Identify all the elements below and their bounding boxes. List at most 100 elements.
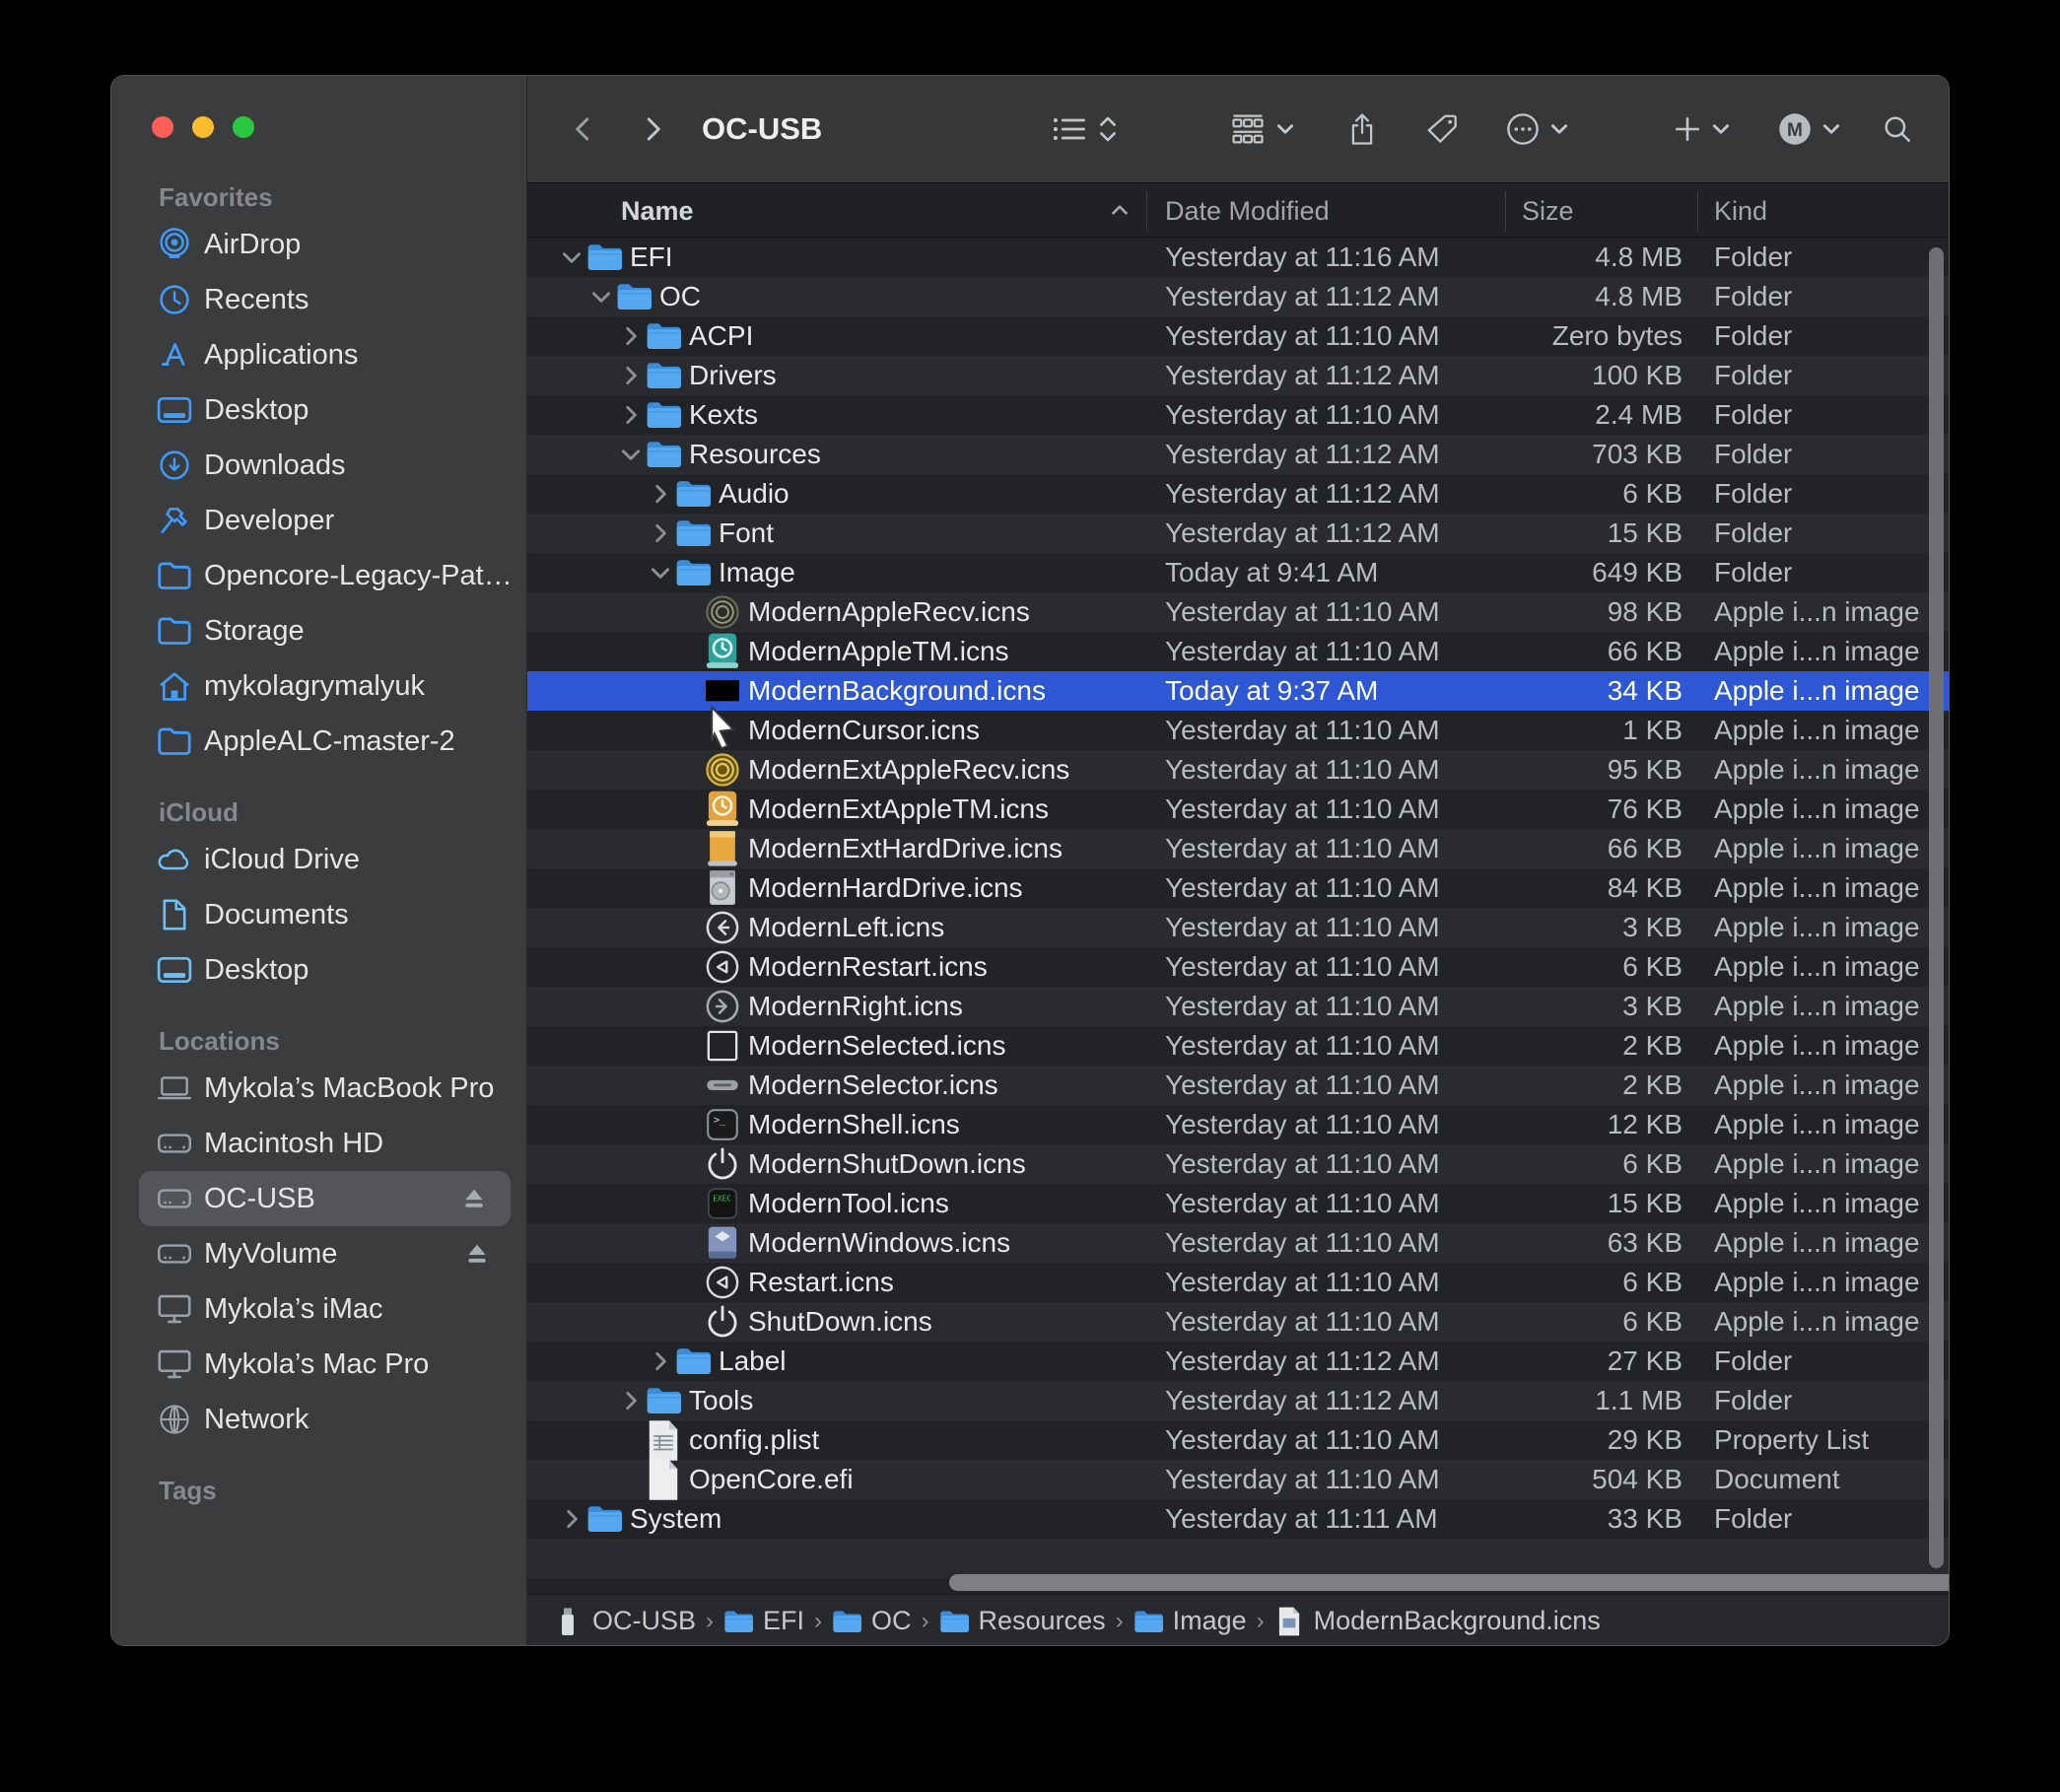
disclosure-closed-icon[interactable]	[618, 363, 644, 388]
sidebar-item-mykola-s-imac[interactable]: Mykola’s iMac	[111, 1281, 526, 1337]
file-row-modernappletm-icns[interactable]: ModernAppleTM.icnsYesterday at 11:10 AM6…	[527, 632, 1950, 671]
file-row-config-plist[interactable]: config.plistYesterday at 11:10 AM29 KBPr…	[527, 1420, 1950, 1460]
path-item-modernbackground-icns[interactable]: ModernBackground.icns	[1274, 1606, 1601, 1637]
minimize-button[interactable]	[192, 116, 214, 138]
disclosure-open-icon[interactable]	[588, 284, 614, 310]
column-name[interactable]: Name	[621, 183, 694, 239]
sidebar-item-macintosh-hd[interactable]: Macintosh HD	[111, 1116, 526, 1171]
file-row-modernbackground-icns[interactable]: ModernBackground.icnsToday at 9:37 AM34 …	[527, 671, 1950, 711]
sidebar-item-opencore-legacy-pat-[interactable]: Opencore-Legacy-Pat…	[111, 548, 526, 603]
account-button[interactable]: M	[1777, 76, 1842, 182]
disclosure-closed-icon[interactable]	[618, 323, 644, 349]
sidebar-item-downloads[interactable]: Downloads	[111, 438, 526, 493]
file-size: 504 KB	[1493, 1464, 1682, 1495]
column-divider[interactable]	[1146, 191, 1147, 231]
sidebar-item-airdrop[interactable]: AirDrop	[111, 217, 526, 272]
disclosure-closed-icon[interactable]	[648, 520, 673, 546]
file-row-resources[interactable]: ResourcesYesterday at 11:12 AM703 KBFold…	[527, 435, 1950, 474]
file-row-modernextharddrive-icns[interactable]: ModernExtHardDrive.icnsYesterday at 11:1…	[527, 829, 1950, 868]
file-row-label[interactable]: LabelYesterday at 11:12 AM27 KBFolder	[527, 1342, 1950, 1381]
search-button[interactable]	[1882, 76, 1913, 182]
file-row-modernselected-icns[interactable]: ModernSelected.icnsYesterday at 11:10 AM…	[527, 1026, 1950, 1066]
file-row-oc[interactable]: OCYesterday at 11:12 AM4.8 MBFolder	[527, 277, 1950, 316]
file-row-modernshell-icns[interactable]: >_ModernShell.icnsYesterday at 11:10 AM1…	[527, 1105, 1950, 1144]
sidebar-item-desktop[interactable]: Desktop	[111, 382, 526, 438]
sidebar-item-mykola-s-mac-pro[interactable]: Mykola’s Mac Pro	[111, 1337, 526, 1392]
file-row-modernextapplerecv-icns[interactable]: ModernExtAppleRecv.icnsYesterday at 11:1…	[527, 750, 1950, 790]
file-row-audio[interactable]: AudioYesterday at 11:12 AM6 KBFolder	[527, 474, 1950, 514]
vertical-scrollbar[interactable]	[1929, 247, 1944, 1568]
view-options-button[interactable]	[1052, 76, 1119, 182]
disclosure-open-icon[interactable]	[618, 442, 644, 467]
column-divider[interactable]	[1697, 191, 1698, 231]
file-row-restart-icns[interactable]: Restart.icnsYesterday at 11:10 AM6 KBApp…	[527, 1263, 1950, 1302]
sidebar-item-network[interactable]: Network	[111, 1392, 526, 1447]
path-item-oc-usb[interactable]: OC-USB	[553, 1606, 696, 1637]
zoom-button[interactable]	[233, 116, 254, 138]
column-date-modified[interactable]: Date Modified	[1165, 183, 1330, 239]
eject-icon[interactable]	[461, 1186, 487, 1211]
group-by-button[interactable]	[1229, 76, 1296, 182]
sidebar-item-storage[interactable]: Storage	[111, 603, 526, 658]
sidebar-item-applealc-master-2[interactable]: AppleALC-master-2	[111, 714, 526, 769]
disclosure-closed-icon[interactable]	[648, 481, 673, 507]
usb-drive-icon	[553, 1606, 583, 1637]
sidebar-item-oc-usb[interactable]: OC-USB	[139, 1171, 511, 1226]
disclosure-closed-icon[interactable]	[559, 1506, 584, 1532]
path-item-oc[interactable]: OC	[832, 1606, 912, 1637]
file-row-acpi[interactable]: ACPIYesterday at 11:10 AMZero bytesFolde…	[527, 316, 1950, 356]
file-row-modernshutdown-icns[interactable]: ModernShutDown.icnsYesterday at 11:10 AM…	[527, 1144, 1950, 1184]
back-button[interactable]	[569, 76, 598, 182]
sidebar-item-icloud-drive[interactable]: iCloud Drive	[111, 832, 526, 887]
file-row-modernleft-icns[interactable]: ModernLeft.icnsYesterday at 11:10 AM3 KB…	[527, 908, 1950, 947]
close-button[interactable]	[152, 116, 173, 138]
path-item-efi[interactable]: EFI	[723, 1606, 804, 1637]
add-button[interactable]	[1673, 76, 1732, 182]
file-row-modernwindows-icns[interactable]: ModernWindows.icnsYesterday at 11:10 AM6…	[527, 1223, 1950, 1263]
eject-icon[interactable]	[464, 1241, 490, 1267]
column-kind[interactable]: Kind	[1714, 183, 1767, 239]
sidebar-item-mykolagrymalyuk[interactable]: mykolagrymalyuk	[111, 658, 526, 714]
sidebar-item-recents[interactable]: Recents	[111, 272, 526, 327]
column-divider[interactable]	[1505, 191, 1506, 231]
sidebar-item-myvolume[interactable]: MyVolume	[111, 1226, 526, 1281]
path-item-image[interactable]: Image	[1133, 1606, 1247, 1637]
disclosure-closed-icon[interactable]	[618, 402, 644, 428]
file-row-efi[interactable]: EFIYesterday at 11:16 AM4.8 MBFolder	[527, 238, 1950, 277]
file-row-modernharddrive-icns[interactable]: ModernHardDrive.icnsYesterday at 11:10 A…	[527, 868, 1950, 908]
sidebar-item-applications[interactable]: Applications	[111, 327, 526, 382]
column-size[interactable]: Size	[1522, 183, 1574, 239]
file-row-moderncursor-icns[interactable]: ModernCursor.icnsYesterday at 11:10 AM1 …	[527, 711, 1950, 750]
file-row-image[interactable]: ImageToday at 9:41 AM649 KBFolder	[527, 553, 1950, 592]
file-row-modernselector-icns[interactable]: ModernSelector.icnsYesterday at 11:10 AM…	[527, 1066, 1950, 1105]
sort-ascending-icon[interactable]	[1107, 183, 1133, 239]
file-row-moderntool-icns[interactable]: EXECModernTool.icnsYesterday at 11:10 AM…	[527, 1184, 1950, 1223]
tag-button[interactable]	[1426, 76, 1459, 182]
horizontal-scrollbar[interactable]	[949, 1574, 1950, 1591]
file-row-drivers[interactable]: DriversYesterday at 11:12 AM100 KBFolder	[527, 356, 1950, 395]
more-actions-button[interactable]	[1505, 76, 1570, 182]
share-button[interactable]	[1347, 76, 1377, 182]
desktop-icon	[157, 953, 192, 987]
sidebar-item-developer[interactable]: Developer	[111, 493, 526, 548]
disclosure-closed-icon[interactable]	[618, 1388, 644, 1413]
path-item-resources[interactable]: Resources	[939, 1606, 1106, 1637]
file-row-modernright-icns[interactable]: ModernRight.icnsYesterday at 11:10 AM3 K…	[527, 987, 1950, 1026]
file-row-shutdown-icns[interactable]: ShutDown.icnsYesterday at 11:10 AM6 KBAp…	[527, 1302, 1950, 1342]
disclosure-closed-icon[interactable]	[648, 1348, 673, 1374]
disclosure-open-icon[interactable]	[559, 244, 584, 270]
sidebar-item-documents[interactable]: Documents	[111, 887, 526, 942]
file-size: 12 KB	[1493, 1109, 1682, 1140]
file-row-modernapplerecv-icns[interactable]: ModernAppleRecv.icnsYesterday at 11:10 A…	[527, 592, 1950, 632]
file-row-modernrestart-icns[interactable]: ModernRestart.icnsYesterday at 11:10 AM6…	[527, 947, 1950, 987]
sidebar-item-desktop[interactable]: Desktop	[111, 942, 526, 998]
disclosure-open-icon[interactable]	[648, 560, 673, 586]
file-row-opencore-efi[interactable]: OpenCore.efiYesterday at 11:10 AM504 KBD…	[527, 1460, 1950, 1499]
forward-button[interactable]	[638, 76, 667, 182]
file-row-font[interactable]: FontYesterday at 11:12 AM15 KBFolder	[527, 514, 1950, 553]
file-row-tools[interactable]: ToolsYesterday at 11:12 AM1.1 MBFolder	[527, 1381, 1950, 1420]
file-row-kexts[interactable]: KextsYesterday at 11:10 AM2.4 MBFolder	[527, 395, 1950, 435]
file-row-system[interactable]: SystemYesterday at 11:11 AM33 KBFolder	[527, 1499, 1950, 1539]
file-row-modernextappletm-icns[interactable]: ModernExtAppleTM.icnsYesterday at 11:10 …	[527, 790, 1950, 829]
sidebar-item-mykola-s-macbook-pro[interactable]: Mykola’s MacBook Pro	[111, 1061, 526, 1116]
